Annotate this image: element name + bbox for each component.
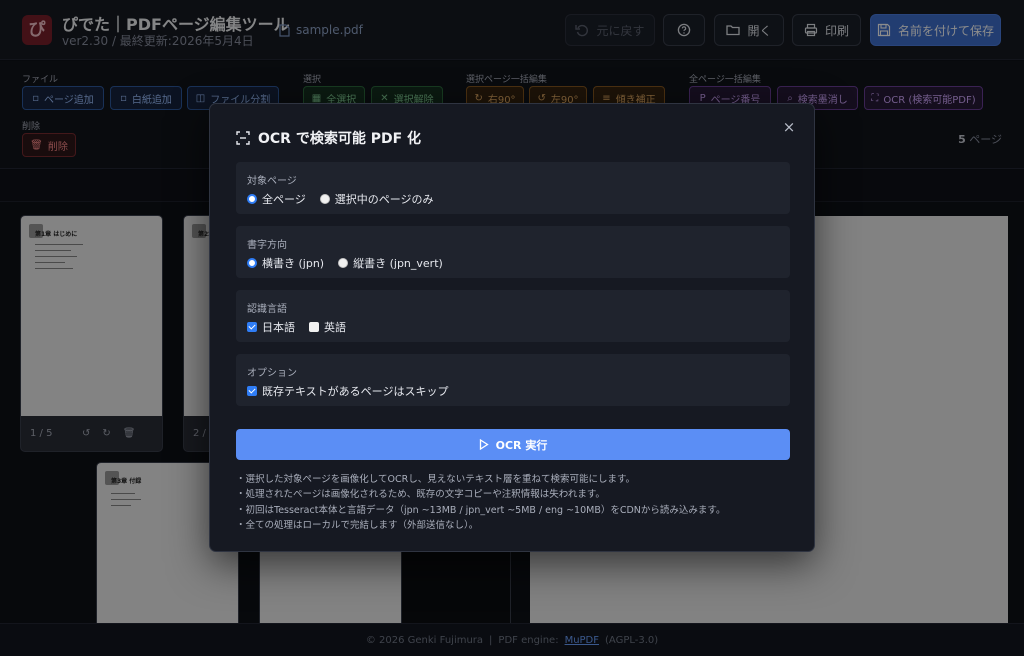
checkbox-english[interactable]: 英語 — [309, 319, 346, 335]
checkbox-english-label: 英語 — [324, 321, 346, 334]
note-line: ・初回はTesseract本体と言語データ（jpn ~13MB / jpn_ve… — [236, 504, 726, 516]
run-ocr-label: OCR 実行 — [495, 438, 548, 452]
dialog-title-text: OCR で検索可能 PDF 化 — [258, 131, 422, 147]
radio-selected-icon — [247, 194, 257, 204]
play-icon — [479, 439, 489, 450]
options-section: オプション 既存テキストがあるページはスキップ — [236, 354, 790, 406]
checkbox-checked-icon — [247, 322, 257, 332]
ocr-notes: ・選択した対象ページを画像化してOCRし、見えないテキスト層を重ねて検索可能にし… — [236, 472, 796, 533]
writing-direction-section: 書字方向 横書き (jpn) 縦書き (jpn_vert) — [236, 226, 790, 278]
target-pages-section: 対象ページ 全ページ 選択中のページのみ — [236, 162, 790, 214]
radio-unselected-icon — [319, 194, 330, 204]
checkbox-skip-label: 既存テキストがあるページはスキップ — [262, 385, 449, 398]
note-line: ・選択した対象ページを画像化してOCRし、見えないテキスト層を重ねて検索可能にし… — [236, 474, 636, 485]
checkbox-japanese-label: 日本語 — [262, 321, 295, 334]
radio-horizontal-label: 横書き (jpn) — [262, 257, 325, 270]
close-icon[interactable]: × — [780, 118, 798, 136]
checkbox-unchecked-icon — [309, 322, 319, 332]
run-ocr-button[interactable]: OCR 実行 — [236, 429, 790, 460]
radio-vertical[interactable]: 縦書き (jpn_vert) — [338, 255, 443, 271]
note-line: ・処理されたページは画像化されるため、既存の文字コピーや注釈情報は失われます。 — [236, 489, 605, 501]
radio-horizontal[interactable]: 横書き (jpn) — [247, 255, 324, 271]
options-label: オプション — [247, 368, 297, 379]
radio-selected-pages-label: 選択中のページのみ — [334, 193, 434, 206]
checkbox-checked-icon — [247, 386, 257, 396]
checkbox-skip-existing-text[interactable]: 既存テキストがあるページはスキップ — [247, 383, 448, 399]
checkbox-japanese[interactable]: 日本語 — [247, 319, 295, 335]
radio-all-pages[interactable]: 全ページ — [247, 191, 306, 207]
radio-selected-icon — [247, 258, 257, 268]
radio-unselected-icon — [338, 258, 349, 268]
radio-all-pages-label: 全ページ — [262, 193, 306, 206]
ocr-dialog: OCR で検索可能 PDF 化 × 対象ページ 全ページ 選択中のページのみ 書… — [209, 103, 815, 552]
language-section: 認識言語 日本語 英語 — [236, 290, 790, 342]
writing-direction-label: 書字方向 — [247, 240, 287, 251]
radio-vertical-label: 縦書き (jpn_vert) — [353, 257, 443, 270]
language-label: 認識言語 — [247, 304, 287, 315]
target-pages-label: 対象ページ — [247, 176, 297, 187]
scan-icon — [236, 131, 250, 145]
dialog-title: OCR で検索可能 PDF 化 — [236, 128, 421, 148]
radio-selected-pages[interactable]: 選択中のページのみ — [319, 191, 434, 207]
note-line: ・全ての処理はローカルで完結します（外部送信なし）。 — [236, 519, 479, 531]
